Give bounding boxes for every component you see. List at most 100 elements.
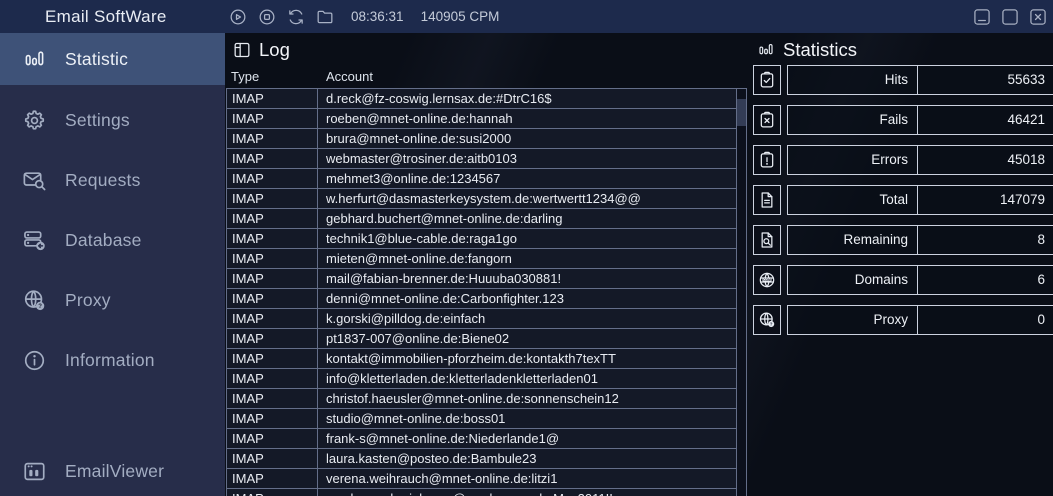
log-row-type: IMAP [227, 409, 318, 428]
sidebar-item-label: Proxy [65, 290, 111, 311]
log-row[interactable]: IMAP maxbenno.breinbauer@sas.lernsax.de:… [227, 489, 737, 496]
log-row-type: IMAP [227, 449, 318, 468]
stat-row-domains: COM Domains 6 [753, 265, 1053, 295]
sidebar-item-proxy[interactable]: ? Proxy [0, 274, 225, 326]
log-row[interactable]: IMAP christof.haeusler@mnet-online.de:so… [227, 389, 737, 409]
stat-value: 8 [918, 226, 1053, 254]
log-row[interactable]: IMAP d.reck@fz-coswig.lernsax.de:#DtrC16… [227, 89, 737, 109]
log-row-type: IMAP [227, 369, 318, 388]
log-row-account: mieten@mnet-online.de:fangorn [318, 249, 737, 268]
window-icon [21, 458, 48, 485]
log-row[interactable]: IMAP studio@mnet-online.de:boss01 [227, 409, 737, 429]
stat-row-errors: Errors 45018 [753, 145, 1053, 175]
log-row-type: IMAP [227, 229, 318, 248]
log-row[interactable]: IMAP info@kletterladen.de:kletterladenkl… [227, 369, 737, 389]
column-header-account: Account [318, 69, 373, 84]
stat-value: 46421 [918, 106, 1053, 134]
log-row-account: mehmet3@online.de:1234567 [318, 169, 737, 188]
toolbar: 08:36:31 140905 CPM [228, 0, 499, 33]
log-row-type: IMAP [227, 169, 318, 188]
log-row[interactable]: IMAP pt1837-007@online.de:Biene02 [227, 329, 737, 349]
stat-label: Total [788, 186, 918, 214]
sidebar-item-database[interactable]: Database [0, 214, 225, 266]
statistics-header: Statistics [753, 33, 1053, 61]
sidebar-item-label: Information [65, 350, 155, 371]
folder-icon[interactable] [315, 7, 335, 27]
log-column-headers: Type Account [226, 66, 749, 86]
log-row-account: verena.weihrauch@mnet-online.de:litzi1 [318, 469, 737, 488]
log-row[interactable]: IMAP kontakt@immobilien-pforzheim.de:kon… [227, 349, 737, 369]
log-row[interactable]: IMAP brura@mnet-online.de:susi2000 [227, 129, 737, 149]
stat-row-proxy: ? Proxy 0 [753, 305, 1053, 335]
log-table-wrap: IMAP d.reck@fz-coswig.lernsax.de:#DtrC16… [226, 88, 749, 496]
svg-text:COM: COM [763, 278, 771, 282]
log-title: Log [259, 39, 290, 61]
log-row-type: IMAP [227, 389, 318, 408]
scrollbar-thumb[interactable] [737, 99, 746, 126]
log-panel: Log Type Account IMAP d.reck@fz-coswig.l… [226, 33, 749, 496]
sidebar-item-settings[interactable]: Settings [0, 94, 225, 146]
log-row-account: brura@mnet-online.de:susi2000 [318, 129, 737, 148]
stat-row-hits: Hits 55633 [753, 65, 1053, 95]
column-header-type: Type [226, 69, 318, 84]
sidebar: Statistic Settings Requests Database ? P… [0, 33, 225, 496]
play-icon[interactable] [228, 7, 248, 27]
minimize-button[interactable] [972, 7, 992, 27]
log-row[interactable]: IMAP w.herfurt@dasmasterkeysystem.de:wer… [227, 189, 737, 209]
stat-value: 147079 [918, 186, 1053, 214]
log-row-type: IMAP [227, 129, 318, 148]
globe-question-icon: ? [21, 287, 48, 314]
log-row-type: IMAP [227, 309, 318, 328]
stop-icon[interactable] [257, 7, 277, 27]
log-row[interactable]: IMAP k.gorski@pilldog.de:einfach [227, 309, 737, 329]
log-row-account: gebhard.buchert@mnet-online.de:darling [318, 209, 737, 228]
log-row-account: d.reck@fz-coswig.lernsax.de:#DtrC16$ [318, 89, 737, 108]
sidebar-item-requests[interactable]: Requests [0, 154, 225, 206]
log-row[interactable]: IMAP mieten@mnet-online.de:fangorn [227, 249, 737, 269]
log-row-account: w.herfurt@dasmasterkeysystem.de:wertwert… [318, 189, 737, 208]
log-row[interactable]: IMAP verena.weihrauch@mnet-online.de:lit… [227, 469, 737, 489]
log-table: IMAP d.reck@fz-coswig.lernsax.de:#DtrC16… [226, 88, 737, 496]
maximize-button[interactable] [1000, 7, 1020, 27]
log-row[interactable]: IMAP laura.kasten@posteo.de:Bambule23 [227, 449, 737, 469]
log-row-account: info@kletterladen.de:kletterladenkletter… [318, 369, 737, 388]
sidebar-item-information[interactable]: Information [0, 334, 225, 386]
sidebar-item-emailviewer[interactable]: EmailViewer [0, 445, 225, 496]
stat-row-fails: Fails 46421 [753, 105, 1053, 135]
log-scrollbar[interactable] [737, 88, 747, 496]
clipboard-check-icon [753, 65, 781, 95]
log-row[interactable]: IMAP mehmet3@online.de:1234567 [227, 169, 737, 189]
log-row-account: technik1@blue-cable.de:raga1go [318, 229, 737, 248]
log-row-type: IMAP [227, 349, 318, 368]
log-row-account: studio@mnet-online.de:boss01 [318, 409, 737, 428]
sidebar-item-statistic[interactable]: Statistic [0, 33, 225, 85]
titlebar: Email SoftWare 08:36:31 140905 CPM [0, 0, 1053, 33]
sync-icon[interactable] [286, 7, 306, 27]
log-row[interactable]: IMAP technik1@blue-cable.de:raga1go [227, 229, 737, 249]
elapsed-time: 08:36:31 [351, 9, 404, 24]
log-row-account: webmaster@trosiner.de:aitb0103 [318, 149, 737, 168]
close-button[interactable] [1028, 7, 1048, 27]
cpm-counter: 140905 CPM [421, 9, 500, 24]
log-row-type: IMAP [227, 149, 318, 168]
stat-label: Hits [788, 66, 918, 94]
sidebar-item-label: EmailViewer [65, 461, 164, 482]
log-row-type: IMAP [227, 89, 318, 108]
log-row[interactable]: IMAP gebhard.buchert@mnet-online.de:darl… [227, 209, 737, 229]
log-row[interactable]: IMAP webmaster@trosiner.de:aitb0103 [227, 149, 737, 169]
window-controls [972, 7, 1048, 27]
sidebar-item-label: Statistic [65, 49, 128, 70]
log-row[interactable]: IMAP frank-s@mnet-online.de:Niederlande1… [227, 429, 737, 449]
log-row[interactable]: IMAP mail@fabian-brenner.de:Huuuba030881… [227, 269, 737, 289]
statistics-panel: Statistics Hits 55633 Fails 46421 [753, 33, 1053, 496]
log-row-type: IMAP [227, 209, 318, 228]
database-icon [21, 227, 48, 254]
log-row-type: IMAP [227, 289, 318, 308]
log-row-account: roeben@mnet-online.de:hannah [318, 109, 737, 128]
log-row[interactable]: IMAP roeben@mnet-online.de:hannah [227, 109, 737, 129]
stat-label: Domains [788, 266, 918, 294]
log-row[interactable]: IMAP denni@mnet-online.de:Carbonfighter.… [227, 289, 737, 309]
log-row-account: maxbenno.breinbauer@sas.lernsax.de:Max20… [318, 489, 737, 496]
clipboard-exclamation-icon [753, 145, 781, 175]
sidebar-item-label: Database [65, 230, 142, 251]
